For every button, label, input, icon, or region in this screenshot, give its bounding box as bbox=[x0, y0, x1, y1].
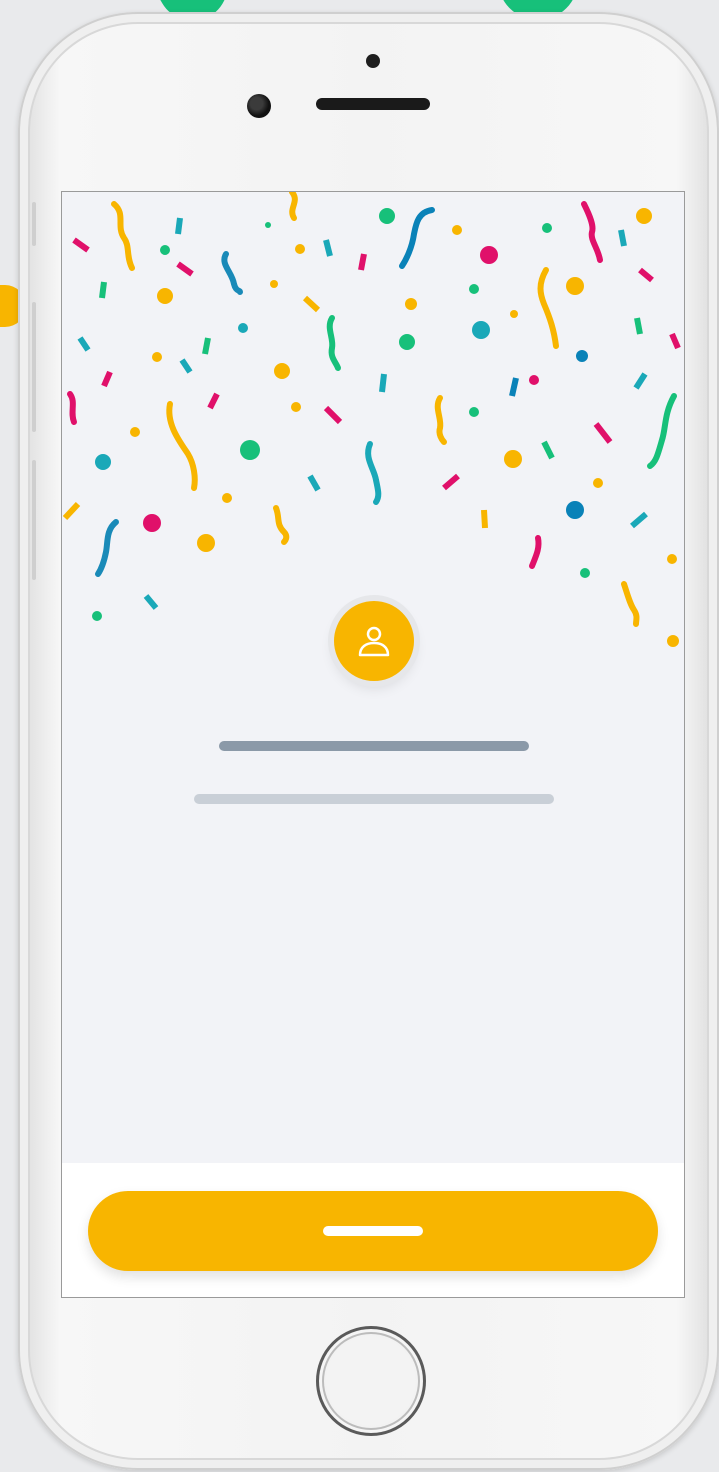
confetti-dot bbox=[636, 208, 652, 224]
confetti-dots bbox=[92, 208, 679, 647]
confetti-strip bbox=[207, 392, 220, 410]
confetti-strip bbox=[143, 594, 159, 610]
earpiece-speaker bbox=[316, 98, 430, 110]
confetti-ribbon bbox=[67, 391, 77, 425]
confetti-ribbon bbox=[647, 393, 677, 469]
confetti-strip bbox=[481, 509, 488, 529]
confetti-strip bbox=[634, 317, 643, 335]
confetti-dot bbox=[566, 277, 584, 295]
confetti-strip bbox=[62, 501, 81, 521]
primary-action-button[interactable] bbox=[88, 1191, 658, 1271]
confetti-decoration bbox=[62, 192, 681, 647]
app-screen bbox=[61, 191, 685, 1298]
confetti-strips bbox=[62, 217, 681, 610]
confetti-dot bbox=[529, 375, 539, 385]
confetti-dot bbox=[379, 208, 395, 224]
confetti-strip bbox=[638, 267, 654, 283]
confetti-strip bbox=[323, 239, 333, 257]
confetti-strip bbox=[442, 473, 460, 491]
confetti-strip bbox=[509, 377, 519, 397]
confetti-dot bbox=[469, 284, 479, 294]
confetti-dot bbox=[542, 223, 552, 233]
confetti-strip bbox=[593, 422, 613, 444]
home-button[interactable] bbox=[316, 1326, 426, 1436]
confetti-ribbon bbox=[365, 441, 382, 505]
button-label-placeholder bbox=[323, 1226, 423, 1236]
confetti-dot bbox=[291, 402, 301, 412]
user-icon bbox=[358, 626, 390, 657]
confetti-strip bbox=[633, 372, 648, 390]
avatar bbox=[334, 601, 414, 681]
confetti-dot bbox=[274, 363, 290, 379]
mute-switch bbox=[32, 202, 36, 246]
proximity-sensor bbox=[366, 54, 380, 68]
confetti-strip bbox=[99, 281, 107, 299]
confetti-dot bbox=[593, 478, 603, 488]
confetti-strip bbox=[358, 253, 367, 271]
confetti-ribbon bbox=[399, 207, 435, 269]
confetti-strip bbox=[202, 337, 211, 355]
confetti-dot bbox=[452, 225, 462, 235]
title-placeholder bbox=[219, 741, 529, 751]
confetti-dot bbox=[667, 554, 677, 564]
confetti-strip bbox=[72, 237, 90, 253]
confetti-dot bbox=[472, 321, 490, 339]
confetti-dot bbox=[130, 427, 140, 437]
confetti-ribbon bbox=[529, 535, 542, 569]
confetti-dot bbox=[157, 288, 173, 304]
confetti-strip bbox=[323, 405, 343, 425]
subtitle-placeholder bbox=[194, 794, 554, 804]
confetti-ribbon bbox=[273, 505, 290, 545]
confetti-ribbon bbox=[289, 192, 298, 221]
confetti-dot bbox=[240, 440, 260, 460]
confetti-strip bbox=[176, 261, 194, 277]
confetti-dot bbox=[510, 310, 518, 318]
volume-up-button bbox=[32, 302, 36, 432]
confetti-ribbon bbox=[111, 201, 135, 271]
confetti-dot bbox=[265, 222, 271, 228]
confetti-dot bbox=[580, 568, 590, 578]
volume-down-button bbox=[32, 460, 36, 580]
front-camera-icon bbox=[247, 94, 271, 118]
confetti-strip bbox=[541, 440, 555, 460]
confetti-strip bbox=[77, 336, 91, 352]
confetti-ribbon bbox=[95, 519, 119, 577]
confetti-strip bbox=[630, 511, 648, 529]
confetti-dot bbox=[95, 454, 111, 470]
confetti-dot bbox=[576, 350, 588, 362]
confetti-strip bbox=[101, 370, 113, 388]
confetti-dot bbox=[143, 514, 161, 532]
confetti-ribbons bbox=[67, 192, 677, 627]
confetti-ribbon bbox=[537, 267, 559, 349]
confetti-ribbon bbox=[326, 315, 341, 371]
confetti-ribbon bbox=[581, 201, 603, 263]
confetti-dot bbox=[469, 407, 479, 417]
confetti-dot bbox=[295, 244, 305, 254]
bottom-action-bar bbox=[62, 1163, 684, 1297]
confetti-ribbon bbox=[434, 395, 447, 445]
confetti-dot bbox=[160, 245, 170, 255]
confetti-strip bbox=[302, 295, 321, 313]
confetti-dot bbox=[405, 298, 417, 310]
confetti-dot bbox=[399, 334, 415, 350]
confetti-ribbon bbox=[166, 401, 198, 491]
confetti-dot bbox=[480, 246, 498, 264]
confetti-dot bbox=[197, 534, 215, 552]
confetti-ribbon bbox=[621, 581, 640, 627]
confetti-strip bbox=[618, 229, 627, 247]
confetti-dot bbox=[667, 635, 679, 647]
confetti-dot bbox=[152, 352, 162, 362]
confetti-strip bbox=[379, 373, 387, 393]
confetti-dot bbox=[504, 450, 522, 468]
confetti-strip bbox=[179, 358, 193, 374]
confetti-dot bbox=[238, 323, 248, 333]
confetti-dot bbox=[222, 493, 232, 503]
confetti-strip bbox=[669, 332, 681, 350]
confetti-dot bbox=[270, 280, 278, 288]
confetti-strip bbox=[307, 474, 321, 492]
confetti-dot bbox=[566, 501, 584, 519]
confetti-ribbon bbox=[221, 251, 243, 295]
confetti-strip bbox=[175, 217, 183, 235]
confetti-dot bbox=[92, 611, 102, 621]
